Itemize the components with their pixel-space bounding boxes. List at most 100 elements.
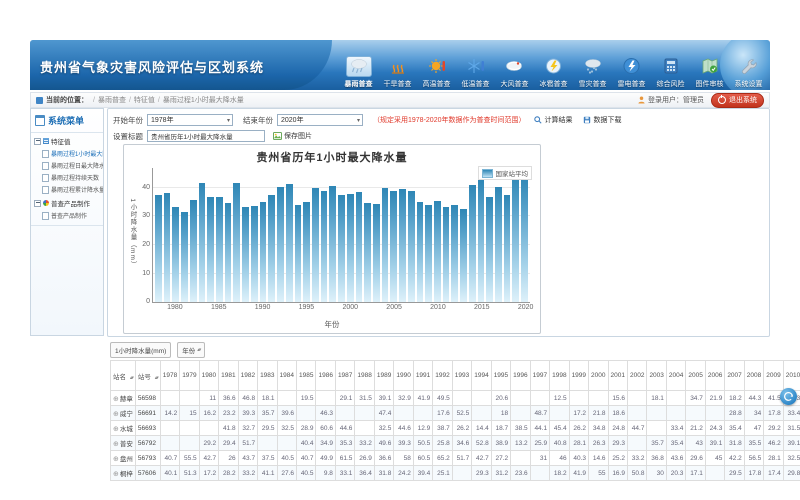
col-header-year-2005[interactable]: 2005 bbox=[686, 361, 705, 391]
sidebar-group-1[interactable]: 普查产品制作 bbox=[31, 195, 103, 209]
toolbar-item-hail[interactable]: 冰雹普查 bbox=[534, 56, 573, 90]
col-header-year-1988[interactable]: 1988 bbox=[355, 361, 374, 391]
row-expand-icon[interactable]: ⊕ bbox=[113, 471, 119, 478]
bar-2016[interactable] bbox=[486, 197, 493, 302]
breadcrumb-item-2[interactable]: 暴雨过程1小时最大降水量 bbox=[163, 97, 244, 104]
save-image-button[interactable]: 保存图片 bbox=[273, 131, 312, 141]
bar-2003[interactable] bbox=[373, 204, 380, 302]
bar-1989[interactable] bbox=[251, 206, 258, 302]
bar-1996[interactable] bbox=[312, 188, 319, 302]
end-year-select[interactable]: 2020年▾ bbox=[277, 114, 363, 126]
col-header-year-1984[interactable]: 1984 bbox=[277, 361, 296, 391]
bar-2015[interactable] bbox=[478, 180, 485, 302]
bar-2004[interactable] bbox=[382, 188, 389, 302]
toolbar-item-settings[interactable]: 系统设置 bbox=[729, 56, 768, 90]
station-name-cell[interactable]: ⊕赫章 bbox=[111, 391, 136, 406]
bar-1994[interactable] bbox=[295, 205, 302, 303]
bar-1993[interactable] bbox=[286, 184, 293, 302]
col-header-year-1982[interactable]: 1982 bbox=[238, 361, 257, 391]
bar-2000[interactable] bbox=[347, 194, 354, 302]
toolbar-item-rainstorm[interactable]: 暴雨普查 bbox=[339, 56, 378, 90]
bar-2002[interactable] bbox=[364, 203, 371, 302]
bar-1988[interactable] bbox=[242, 207, 249, 302]
col-header-year-2008[interactable]: 2008 bbox=[744, 361, 763, 391]
col-header-year-1978[interactable]: 1978 bbox=[160, 361, 179, 391]
bar-2011[interactable] bbox=[443, 207, 450, 303]
sidebar-item-1-0[interactable]: 普查产品制作 bbox=[31, 209, 103, 221]
bar-1999[interactable] bbox=[338, 195, 345, 302]
bar-2020[interactable] bbox=[521, 177, 528, 302]
col-header-year-1993[interactable]: 1993 bbox=[452, 361, 471, 391]
bar-2005[interactable] bbox=[390, 191, 397, 302]
bar-1990[interactable] bbox=[260, 202, 267, 302]
station-name-cell[interactable]: ⊕水城 bbox=[111, 421, 136, 436]
bar-1980[interactable] bbox=[172, 207, 179, 302]
bar-1998[interactable] bbox=[329, 186, 336, 302]
pivot-column-field[interactable]: 年份▴▾ bbox=[177, 342, 205, 358]
col-header-year-2003[interactable]: 2003 bbox=[647, 361, 666, 391]
bar-1984[interactable] bbox=[207, 197, 214, 302]
col-header-year-1983[interactable]: 1983 bbox=[258, 361, 277, 391]
logout-button[interactable]: 退出系统 bbox=[711, 93, 764, 108]
col-header-year-1995[interactable]: 1995 bbox=[491, 361, 510, 391]
col-header-year-1981[interactable]: 1981 bbox=[219, 361, 238, 391]
col-header-year-2009[interactable]: 2009 bbox=[764, 361, 783, 391]
col-header-year-2002[interactable]: 2002 bbox=[627, 361, 646, 391]
station-name-cell[interactable]: ⊕盘州 bbox=[111, 451, 136, 466]
bar-2013[interactable] bbox=[460, 209, 467, 302]
col-header-year-2001[interactable]: 2001 bbox=[608, 361, 627, 391]
col-header-year-1996[interactable]: 1996 bbox=[511, 361, 530, 391]
bar-1981[interactable] bbox=[181, 212, 188, 302]
data-download-button[interactable]: 数据下载 bbox=[583, 115, 621, 125]
bar-1992[interactable] bbox=[277, 187, 284, 302]
station-name-cell[interactable]: ⊕威宁 bbox=[111, 406, 136, 421]
bar-2006[interactable] bbox=[399, 189, 406, 302]
toolbar-item-risk[interactable]: 综合风险 bbox=[651, 56, 690, 90]
chart-title-input[interactable]: 贵州省历年1小时最大降水量 bbox=[147, 130, 265, 142]
chart-legend[interactable]: 国家站平均 bbox=[478, 166, 533, 180]
row-expand-icon[interactable]: ⊕ bbox=[113, 441, 119, 448]
row-expand-icon[interactable]: ⊕ bbox=[113, 426, 119, 433]
toolbar-item-snow[interactable]: 雪灾普查 bbox=[573, 56, 612, 90]
col-header-station-id[interactable]: 站号 ▴▾ bbox=[135, 361, 160, 391]
bar-1997[interactable] bbox=[321, 191, 328, 302]
col-header-station-name[interactable]: 站名 ▴▾ bbox=[111, 361, 136, 391]
col-header-year-1989[interactable]: 1989 bbox=[374, 361, 393, 391]
bar-2008[interactable] bbox=[417, 202, 424, 302]
col-header-year-2007[interactable]: 2007 bbox=[725, 361, 744, 391]
refresh-fab[interactable] bbox=[780, 388, 797, 405]
station-name-cell[interactable]: ⊕桐梓 bbox=[111, 466, 136, 481]
col-header-year-2004[interactable]: 2004 bbox=[666, 361, 685, 391]
start-year-select[interactable]: 1978年▾ bbox=[147, 114, 233, 126]
sidebar-item-0-2[interactable]: 暴雨过程持续天数 bbox=[31, 171, 103, 183]
toolbar-item-wind[interactable]: 大风普查 bbox=[495, 56, 534, 90]
col-header-year-2006[interactable]: 2006 bbox=[705, 361, 724, 391]
col-header-year-2000[interactable]: 2000 bbox=[589, 361, 608, 391]
col-header-year-1997[interactable]: 1997 bbox=[530, 361, 549, 391]
row-expand-icon[interactable]: ⊕ bbox=[113, 411, 119, 418]
bar-1995[interactable] bbox=[303, 202, 310, 302]
col-header-year-1990[interactable]: 1990 bbox=[394, 361, 413, 391]
col-header-year-1998[interactable]: 1998 bbox=[550, 361, 569, 391]
sidebar-group-0[interactable]: 特征值 bbox=[31, 133, 103, 147]
col-header-year-1992[interactable]: 1992 bbox=[433, 361, 452, 391]
bar-2017[interactable] bbox=[495, 187, 502, 302]
bar-1983[interactable] bbox=[199, 183, 206, 302]
station-table-wrapper[interactable]: 站名 ▴▾站号 ▴▾197819791980198119821983198419… bbox=[110, 360, 800, 481]
breadcrumb-item-1[interactable]: 特征值 bbox=[134, 97, 155, 104]
col-header-year-1994[interactable]: 1994 bbox=[472, 361, 491, 391]
row-expand-icon[interactable]: ⊕ bbox=[113, 396, 119, 403]
calc-result-button[interactable]: 计算结果 bbox=[534, 115, 572, 125]
col-header-year-1991[interactable]: 1991 bbox=[413, 361, 432, 391]
col-header-year-1985[interactable]: 1985 bbox=[297, 361, 316, 391]
bar-1978[interactable] bbox=[155, 195, 162, 302]
bar-1979[interactable] bbox=[164, 193, 171, 302]
bar-2018[interactable] bbox=[504, 195, 511, 302]
bar-2014[interactable] bbox=[469, 185, 476, 302]
row-expand-icon[interactable]: ⊕ bbox=[113, 456, 119, 463]
bar-2012[interactable] bbox=[451, 205, 458, 302]
bar-1982[interactable] bbox=[190, 200, 197, 302]
bar-2010[interactable] bbox=[434, 201, 441, 302]
bar-1985[interactable] bbox=[216, 197, 223, 302]
col-header-year-1987[interactable]: 1987 bbox=[335, 361, 354, 391]
